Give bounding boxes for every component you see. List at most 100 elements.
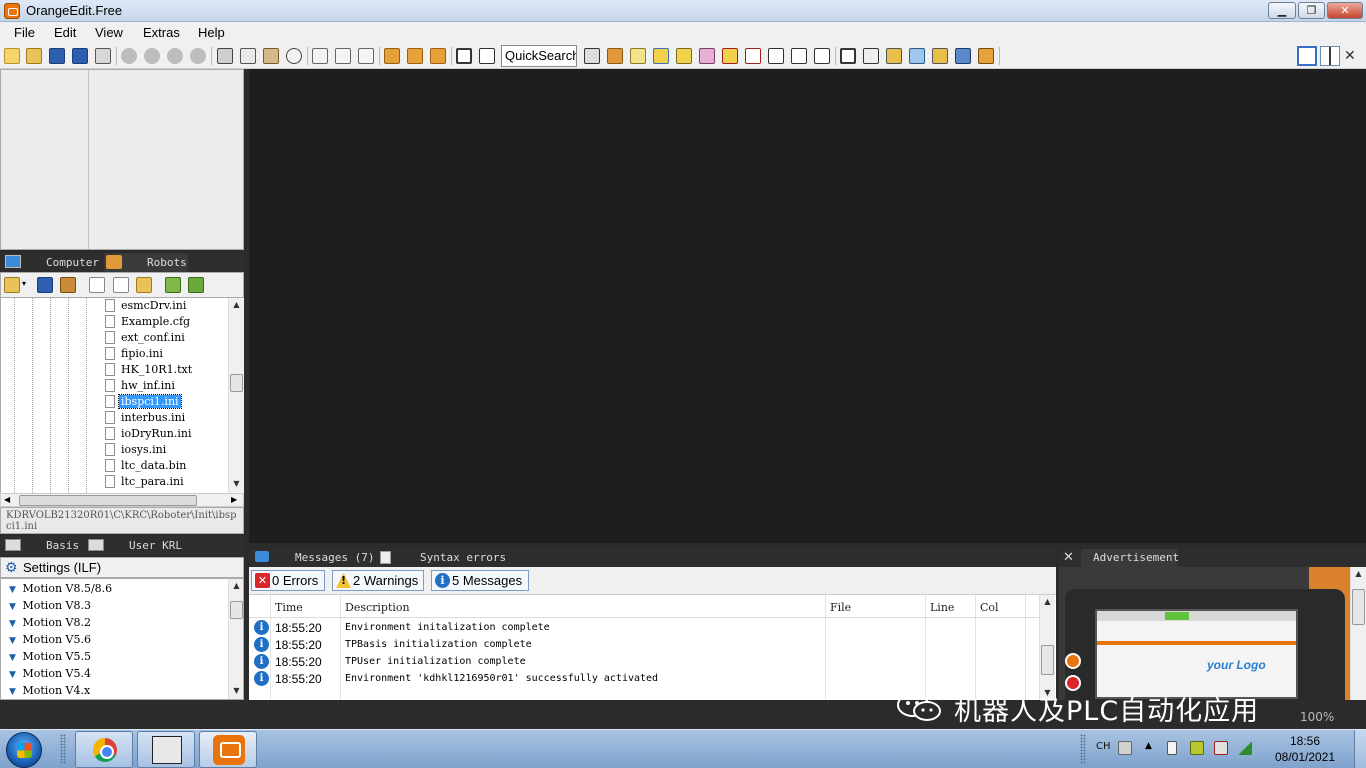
file-row[interactable]: HK_10R1.txt [1,362,229,378]
scroll-down-icon[interactable]: ▼ [229,684,243,698]
save-all-icon[interactable] [72,48,88,64]
network-error-icon[interactable] [1214,741,1228,755]
menu-edit[interactable]: Edit [54,25,76,40]
file-row[interactable]: hw_inf.ini [1,378,229,394]
file-row[interactable]: ioDryRun.ini [1,426,229,442]
find-icon[interactable] [286,48,302,64]
new-folder-icon[interactable] [136,277,152,293]
file-tree-hscrollbar[interactable]: ◀ ▶ [0,493,244,507]
column-header-line[interactable]: Line [930,601,954,614]
scroll-thumb[interactable] [1041,645,1054,675]
language-indicator[interactable]: CH [1096,741,1111,752]
show-desktop-button[interactable] [1354,730,1366,768]
close-icon[interactable]: ✕ [1063,550,1074,565]
download-icon[interactable] [188,277,204,293]
column-header-col[interactable]: Col [980,601,999,614]
scroll-down-icon[interactable]: ▼ [229,477,244,491]
advertisement-scrollbar[interactable]: ▲ [1350,567,1366,700]
outdent-icon[interactable] [335,48,351,64]
messages-scrollbar[interactable]: ▲ ▼ [1039,595,1055,700]
scroll-left-icon[interactable]: ◀ [4,494,10,506]
file-row[interactable]: interbus.ini [1,410,229,426]
open-folder-icon[interactable] [4,277,20,293]
file-row[interactable]: iosys.ini [1,442,229,458]
scroll-up-icon[interactable]: ▲ [1351,567,1366,581]
close-tab-icon[interactable]: ✕ [1344,48,1356,64]
hscroll-thumb[interactable] [19,495,197,506]
scroll-up-icon[interactable]: ▲ [229,579,243,593]
forward-icon[interactable] [190,48,206,64]
diamond-icon[interactable] [699,48,715,64]
warnings-filter-button[interactable]: ! 2 Warnings [332,570,424,591]
battery-icon[interactable] [1167,741,1177,755]
message-row[interactable]: i 18:55:20 TPBasis initialization comple… [249,637,1039,654]
settings-item[interactable]: ▼ Motion V4.x [9,684,90,699]
scroll-thumb[interactable] [230,374,243,392]
menu-file[interactable]: File [14,25,35,40]
tools-icon[interactable] [886,48,902,64]
maximize-button[interactable]: ❐ [1298,2,1325,19]
file-tree-scrollbar[interactable]: ▲ ▼ [228,298,244,493]
paste-icon[interactable] [263,48,279,64]
robot-icon[interactable] [607,48,623,64]
tray-expand-icon[interactable]: ▲ [1145,741,1152,751]
system-clock[interactable]: 18:56 08/01/2021 [1262,733,1348,765]
taskbar-orangeedit-button[interactable] [199,731,257,768]
cut-icon[interactable] [217,48,233,64]
file-row-selected[interactable]: ibspci1.ini [1,394,229,410]
tab-basis[interactable]: Basis [46,539,79,552]
settings-item[interactable]: ▼ Motion V5.5 [9,650,91,667]
file-row[interactable]: ltc_data.bin [1,458,229,474]
chevron-down-icon[interactable]: ▾ [22,279,26,288]
redo-icon[interactable] [144,48,160,64]
errors-filter-button[interactable]: ✕ 0 Errors [251,570,325,591]
messages-filter-button[interactable]: i 5 Messages [431,570,529,591]
new-file-icon[interactable] [89,277,105,293]
scroll-up-icon[interactable]: ▲ [229,298,244,312]
screen-icon[interactable] [840,48,856,64]
scroll-right-icon[interactable]: ▶ [231,494,237,506]
new-file-icon[interactable] [4,48,20,64]
page-red-icon[interactable] [722,48,738,64]
column-header-time[interactable]: Time [275,601,303,614]
file-row[interactable]: fipio.ini [1,346,229,362]
folder-arrow-icon[interactable] [676,48,692,64]
message-row[interactable]: i 18:55:20 Environment 'kdhkl1216950r01'… [249,671,1039,688]
wrench-icon[interactable] [909,48,925,64]
indent-icon[interactable] [312,48,328,64]
settings-item[interactable]: ▼ Motion V5.4 [9,667,91,684]
page-down-icon[interactable] [791,48,807,64]
settings-item[interactable]: ▼ Motion V8.5/8.6 [9,582,112,599]
page-edit-icon[interactable] [814,48,830,64]
tool-icon[interactable] [1190,741,1204,755]
document-icon[interactable] [479,48,495,64]
save-icon[interactable] [49,48,65,64]
tab-user-krl[interactable]: User KRL [129,539,182,552]
file-row[interactable]: ltc_para.ini [1,474,229,490]
file-row[interactable]: esmcDrv.ini [1,298,229,314]
scroll-thumb[interactable] [230,601,243,619]
signal-icon[interactable] [1238,741,1252,755]
message-row[interactable]: i 18:55:20 TPUser initialization complet… [249,654,1039,671]
tab-messages[interactable]: Messages (7) [295,551,374,564]
tab-advertisement[interactable]: Advertisement [1093,551,1179,564]
ab-icon[interactable] [430,48,446,64]
taskbar-kuka-button[interactable] [137,731,195,768]
column-header-description[interactable]: Description [345,601,410,614]
open-folder-icon[interactable] [26,48,42,64]
scroll-up-icon[interactable]: ▲ [1040,595,1055,609]
single-layout-icon[interactable] [1297,46,1317,66]
settings-item[interactable]: ▼ Motion V8.2 [9,616,91,633]
settings-item[interactable]: ▼ Motion V5.6 [9,633,91,650]
all-icon[interactable] [407,48,423,64]
folder-icon[interactable] [60,277,76,293]
minimize-button[interactable]: ▁ [1268,2,1296,19]
tx-icon[interactable] [384,48,400,64]
print-icon[interactable] [95,48,111,64]
settings-scrollbar[interactable]: ▲ ▼ [228,579,243,699]
window-icon[interactable] [456,48,472,64]
menu-view[interactable]: View [95,25,123,40]
copy-icon[interactable] [240,48,256,64]
file-row[interactable]: Example.cfg [1,314,229,330]
tab-computer[interactable]: Computer [46,256,99,269]
